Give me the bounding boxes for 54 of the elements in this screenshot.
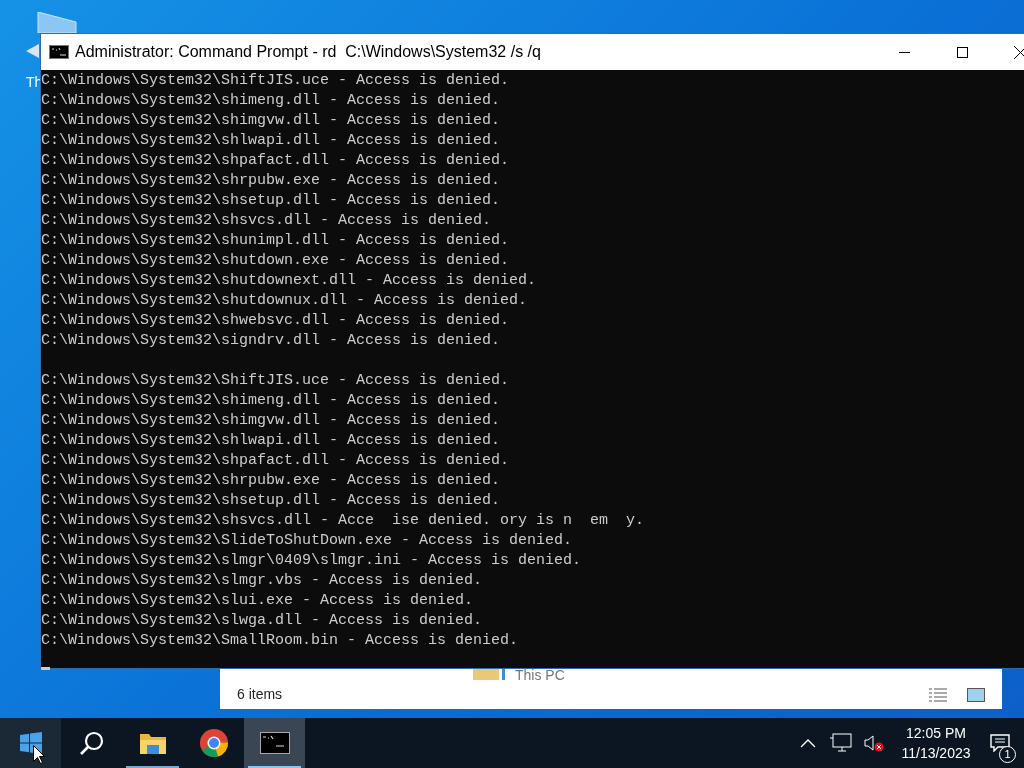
folder-icon <box>138 731 167 755</box>
console-line: C:\Windows\System32\SlideToShutDown.exe - Access is denied. <box>41 531 573 551</box>
taskbar-button[interactable] <box>244 718 305 768</box>
network-icon[interactable] <box>830 733 852 753</box>
taskbar-button[interactable] <box>0 718 61 768</box>
clock[interactable]: 12:05 PM 11/13/2023 <box>896 718 976 768</box>
console-line: C:\Windows\System32\shsvcs.dll - Access is denied. <box>41 211 492 231</box>
location-text: This PC <box>515 668 565 682</box>
large-icons-view-icon[interactable] <box>967 687 985 702</box>
maximize-icon <box>956 46 968 58</box>
notification-count: 1 <box>999 746 1016 763</box>
console-line: C:\Windows\System32\ShiftJIS.uce - Access is denied. <box>41 371 510 391</box>
console-line: C:\Windows\System32\shlwapi.dll - Access is denied. <box>41 431 501 451</box>
console-line: C:\Windows\System32\shutdownux.dll - Access is denied. <box>41 291 528 311</box>
notification-icon <box>990 734 1010 752</box>
console-line: C:\Windows\System32\shimeng.dll - Access is denied. <box>41 391 501 411</box>
text-cursor <box>41 667 50 670</box>
console-line: C:\Windows\System32\slmgr\0409\slmgr.ini - Access is denied. <box>41 551 582 571</box>
chevron-up-icon[interactable] <box>800 738 816 748</box>
console-line: C:\Windows\System32\shsetup.dll - Access is denied. <box>41 191 501 211</box>
console-line: C:\Windows\System32\shimgvw.dll - Access is denied. <box>41 411 501 431</box>
console-line: C:\Windows\System32\shunimpl.dll - Access is denied. <box>41 231 510 251</box>
console-line: C:\Windows\System32\signdrv.dll - Access is denied. <box>41 331 501 351</box>
terminal-icon <box>259 732 290 754</box>
mouse-pointer-icon <box>33 745 45 764</box>
speaker-icon[interactable] <box>864 733 884 753</box>
console-line: C:\Windows\System32\shsetup.dll - Access is denied. <box>41 491 501 511</box>
notifications-button[interactable]: 1 <box>976 718 1024 768</box>
search-icon <box>78 730 105 756</box>
terminal-icon <box>49 45 69 59</box>
clock-date: 11/13/2023 <box>901 744 971 763</box>
console-line: C:\Windows\System32\SmallRoom.bin - Access is denied. <box>41 631 519 651</box>
console-line: C:\Windows\System32\shpafact.dll - Access is denied. <box>41 451 510 471</box>
console-line: C:\Windows\System32\ShiftJIS.uce - Access is denied. <box>41 71 510 91</box>
console-line: C:\Windows\System32\shimgvw.dll - Access is denied. <box>41 111 501 131</box>
minimize-icon <box>898 51 910 53</box>
console-line: C:\Windows\System32\shpafact.dll - Access is denied. <box>41 151 510 171</box>
console-line: C:\Windows\System32\slui.exe - Access is denied. <box>41 591 474 611</box>
close-icon <box>1013 45 1024 59</box>
console-line: C:\Windows\System32\shwebsvc.dll - Access is denied. <box>41 311 510 331</box>
console-line: C:\Windows\System32\shrpubw.exe - Access is denied. <box>41 171 501 191</box>
status-text: 6 items <box>237 685 283 704</box>
console-line: C:\Windows\System32\shrpubw.exe - Access is denied. <box>41 471 501 491</box>
shortcut-arrow-icon <box>26 44 39 58</box>
browser-icon <box>198 728 229 758</box>
console-line: C:\Windows\System32\shimeng.dll - Access is denied. <box>41 91 501 111</box>
console-line: C:\Windows\System32\shlwapi.dll - Access is denied. <box>41 131 501 151</box>
clock-time: 12:05 PM <box>906 724 966 743</box>
console-line: C:\Windows\System32\slwga.dll - Access is denied. <box>41 611 483 631</box>
console-line: C:\Windows\System32\slmgr.vbs - Access is denied. <box>41 571 483 591</box>
window-title: Administrator: Command Prompt - rd C:\Windows\System32 /s /q <box>75 42 541 62</box>
console-line: C:\Windows\System32\shutdownext.dll - Access is denied. <box>41 271 537 291</box>
console-line: C:\Windows\System32\shutdown.exe - Access is denied. <box>41 251 510 271</box>
console-line: C:\Windows\System32\shsvcs.dll - Acce ise denied. ory is n em y. <box>41 511 645 531</box>
